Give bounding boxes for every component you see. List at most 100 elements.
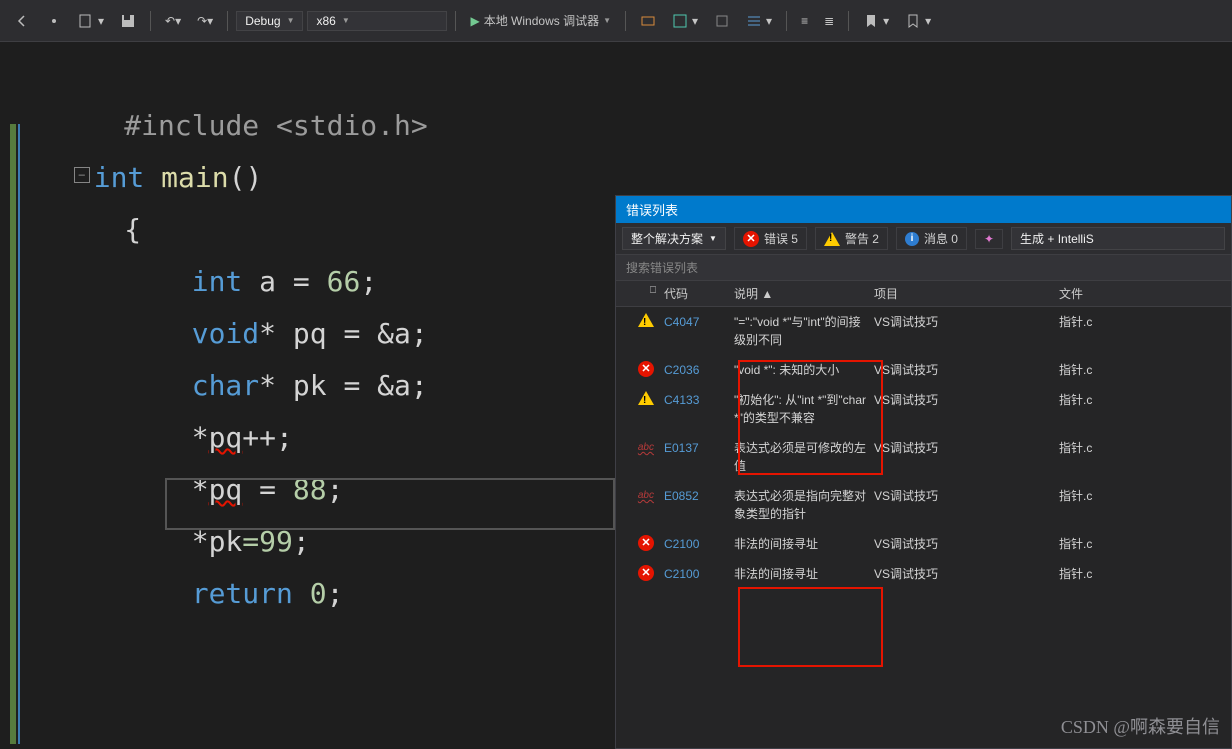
toolbar-separator	[848, 11, 849, 31]
error-project: VS调试技巧	[870, 483, 1055, 527]
filter-button[interactable]: ✦	[975, 229, 1003, 249]
error-row[interactable]: abc E0852 表达式必须是指向完整对象类型的指针VS调试技巧指针.c	[616, 481, 1231, 529]
error-row[interactable]: ✕ C2100 非法的间接寻址VS调试技巧指针.c	[616, 529, 1231, 559]
toolbar-button[interactable]: ▾	[666, 9, 704, 33]
error-code: E0137	[664, 441, 699, 455]
error-table-body: C4047"=":"void *"与"int"的间接级别不同VS调试技巧指针.c…	[616, 307, 1231, 748]
error-file: 指针.c	[1055, 531, 1205, 557]
error-panel-title: 错误列表	[616, 196, 1231, 223]
error-table-header: ⎕ 代码 说明 ▲ 项目 文件	[616, 281, 1231, 307]
error-file: 指针.c	[1055, 435, 1205, 479]
error-description: 非法的间接寻址	[730, 531, 870, 557]
error-code: C2100	[664, 537, 699, 551]
error-row[interactable]: ✕ C2036 "void *": 未知的大小VS调试技巧指针.c	[616, 355, 1231, 385]
toolbar-button[interactable]	[40, 9, 68, 33]
error-code: E0852	[664, 489, 699, 503]
error-row[interactable]: C4133 "初始化": 从"int *"到"char *"的类型不兼容VS调试技…	[616, 385, 1231, 433]
toolbar-separator	[786, 11, 787, 31]
error-icon: ✕	[638, 565, 654, 581]
error-panel-toolbar: 整个解决方案 ▼ ✕ 错误 5 警告 2 i 消息 0 ✦ 生成 + Intel…	[616, 223, 1231, 255]
error-list-panel: 错误列表 整个解决方案 ▼ ✕ 错误 5 警告 2 i 消息 0 ✦ 生成 + …	[615, 195, 1232, 749]
config-label: Debug	[245, 14, 280, 28]
toolbar-button[interactable]	[634, 9, 662, 33]
main-toolbar: ▾ ↶▾ ↷▾ Debug ▼ x86 ▼ ▶ 本地 Windows 调试器 ▼…	[0, 0, 1232, 42]
outline-marker	[18, 124, 20, 744]
highlight-box	[738, 587, 883, 667]
errors-filter[interactable]: ✕ 错误 5	[734, 227, 807, 250]
info-icon: i	[905, 232, 919, 246]
toolbar-button[interactable]: ≡	[795, 10, 814, 32]
bookmark-button[interactable]: ▾	[899, 9, 937, 33]
error-description: "void *": 未知的大小	[730, 357, 870, 383]
debug-button-label: 本地 Windows 调试器	[484, 12, 599, 29]
error-code: C2036	[664, 363, 699, 377]
error-icon: ✕	[638, 535, 654, 551]
platform-label: x86	[316, 14, 335, 28]
toolbar-separator	[625, 11, 626, 31]
warnings-count: 警告 2	[845, 230, 879, 247]
error-project: VS调试技巧	[870, 531, 1055, 557]
bookmark-button[interactable]: ▾	[857, 9, 895, 33]
error-search-input[interactable]: 搜索错误列表	[616, 255, 1231, 281]
col-desc[interactable]: 说明 ▲	[730, 281, 870, 306]
toolbar-button[interactable]	[708, 9, 736, 33]
error-description: 表达式必须是可修改的左值	[730, 435, 870, 479]
error-description: "=":"void *"与"int"的间接级别不同	[730, 309, 870, 353]
play-icon: ▶	[470, 14, 479, 28]
error-code: C4133	[664, 393, 699, 407]
error-project: VS调试技巧	[870, 357, 1055, 383]
redo-button[interactable]: ↷▾	[191, 10, 219, 32]
save-button[interactable]	[114, 9, 142, 33]
toolbar-separator	[227, 11, 228, 31]
error-code: C2100	[664, 567, 699, 581]
col-code[interactable]: 代码	[660, 281, 730, 306]
error-project: VS调试技巧	[870, 387, 1055, 431]
nav-back-button[interactable]	[8, 9, 36, 33]
platform-dropdown[interactable]: x86 ▼	[307, 11, 447, 31]
dropdown-label: 生成 + IntelliS	[1020, 230, 1094, 247]
chevron-down-icon: ▼	[603, 16, 611, 25]
change-marker	[10, 124, 16, 744]
messages-count: 消息 0	[924, 230, 958, 247]
error-row[interactable]: ✕C2100非法的间接寻址VS调试技巧指针.c	[616, 559, 1231, 589]
col-file[interactable]: 文件	[1055, 281, 1205, 306]
col-project[interactable]: 项目	[870, 281, 1055, 306]
error-row[interactable]: C4047"=":"void *"与"int"的间接级别不同VS调试技巧指针.c	[616, 307, 1231, 355]
toolbar-separator	[455, 11, 456, 31]
toolbar-button[interactable]: ▾	[740, 9, 778, 33]
col-icon[interactable]: ⎕	[616, 281, 660, 306]
config-dropdown[interactable]: Debug ▼	[236, 11, 303, 31]
code-line: #include <stdio.h>	[40, 100, 1222, 152]
start-debug-button[interactable]: ▶ 本地 Windows 调试器 ▼	[464, 8, 617, 33]
toolbar-separator	[150, 11, 151, 31]
error-file: 指针.c	[1055, 357, 1205, 383]
chevron-down-icon: ▼	[287, 16, 295, 25]
intellisense-icon: abc	[638, 487, 654, 505]
solution-scope-dropdown[interactable]: 整个解决方案 ▼	[622, 227, 726, 250]
chevron-down-icon: ▼	[342, 16, 350, 25]
intellisense-icon: abc	[638, 439, 654, 457]
error-project: VS调试技巧	[870, 435, 1055, 479]
error-description: 表达式必须是指向完整对象类型的指针	[730, 483, 870, 527]
fold-minus-icon[interactable]: −	[74, 167, 90, 183]
error-file: 指针.c	[1055, 483, 1205, 527]
error-project: VS调试技巧	[870, 309, 1055, 353]
error-description: "初始化": 从"int *"到"char *"的类型不兼容	[730, 387, 870, 431]
warnings-filter[interactable]: 警告 2	[815, 227, 888, 250]
error-icon: ✕	[743, 231, 759, 247]
messages-filter[interactable]: i 消息 0	[896, 227, 967, 250]
errors-count: 错误 5	[764, 230, 798, 247]
watermark: CSDN @啊森要自信	[1061, 713, 1220, 739]
toolbar-button[interactable]: ≣	[818, 10, 840, 32]
error-file: 指针.c	[1055, 387, 1205, 431]
build-intellisense-dropdown[interactable]: 生成 + IntelliS	[1011, 227, 1225, 250]
tab-bar-area	[0, 42, 1232, 70]
error-row[interactable]: abc E0137 表达式必须是可修改的左值VS调试技巧指针.c	[616, 433, 1231, 481]
gutter	[0, 70, 30, 749]
new-item-button[interactable]: ▾	[72, 9, 110, 33]
error-icon: ✕	[638, 361, 654, 377]
error-file: 指针.c	[1055, 561, 1205, 587]
chevron-down-icon: ▼	[709, 234, 717, 243]
undo-button[interactable]: ↶▾	[159, 10, 187, 32]
warning-icon	[824, 232, 840, 246]
